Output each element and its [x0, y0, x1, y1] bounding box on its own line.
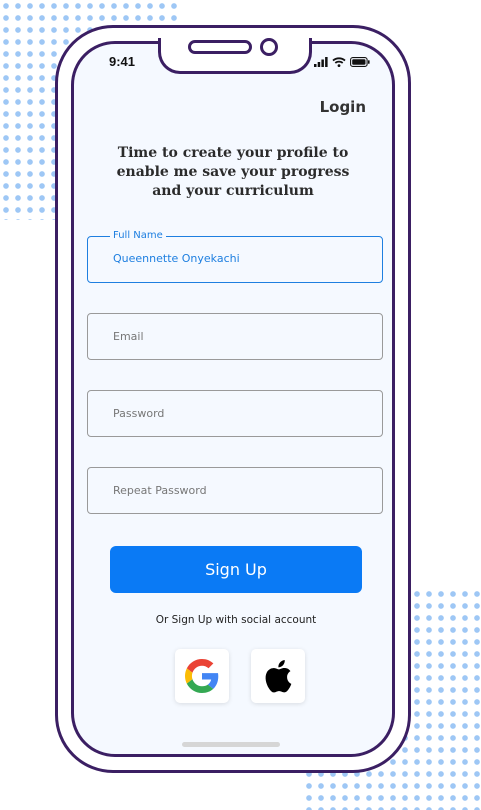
google-icon [185, 659, 219, 693]
full-name-label: Full Name [110, 229, 166, 243]
speaker-grille [188, 40, 252, 54]
page-headline: Time to create your profile to enable me… [116, 145, 350, 199]
status-time: 9:41 [109, 54, 136, 69]
google-signup-button[interactable] [175, 649, 229, 703]
full-name-value: Queennette Onyekachi [113, 252, 240, 265]
home-indicator [182, 742, 280, 747]
apple-signup-button[interactable] [251, 649, 305, 703]
password-field[interactable]: Password [87, 390, 383, 437]
email-field[interactable]: Email [87, 313, 383, 360]
status-icons [314, 57, 370, 67]
front-camera [260, 38, 278, 56]
full-name-field[interactable]: Full Name Queennette Onyekachi [87, 229, 383, 283]
login-link[interactable]: Login [300, 98, 366, 116]
password-placeholder: Password [113, 407, 165, 420]
social-signup-prompt: Or Sign Up with social account [155, 614, 317, 626]
apple-icon [265, 660, 292, 693]
repeat-password-field[interactable]: Repeat Password [87, 467, 383, 514]
sign-up-button[interactable]: Sign Up [110, 546, 362, 593]
wifi-icon [332, 57, 346, 67]
sign-up-label: Sign Up [205, 560, 267, 579]
battery-icon [350, 57, 370, 67]
signal-icon [314, 57, 328, 67]
email-placeholder: Email [113, 330, 144, 343]
repeat-password-placeholder: Repeat Password [113, 484, 207, 497]
